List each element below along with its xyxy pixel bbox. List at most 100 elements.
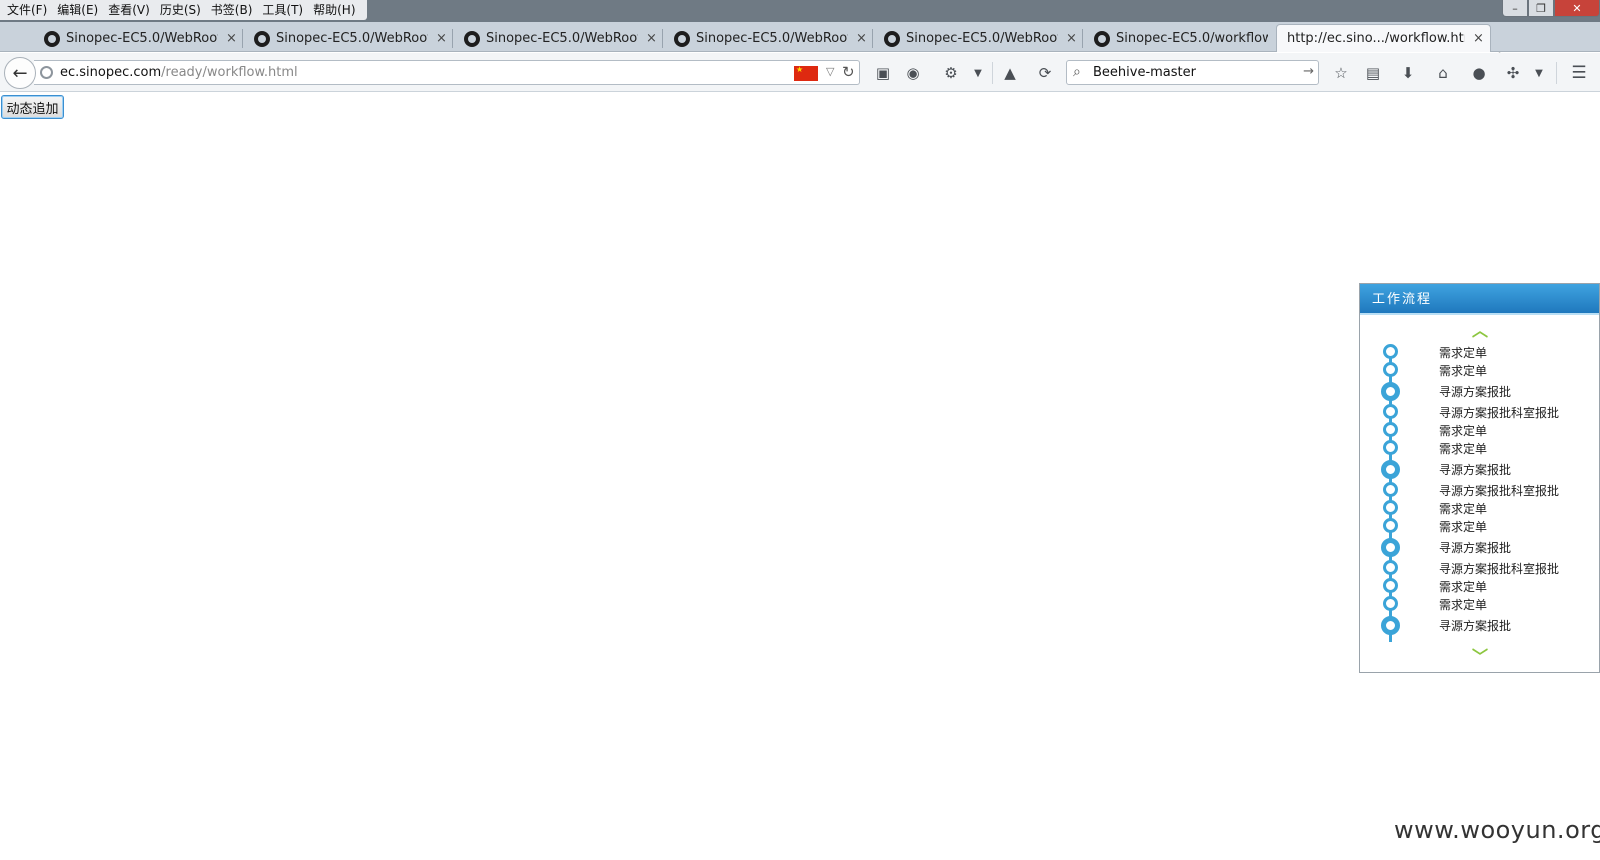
workflow-step[interactable]: 需求定单 <box>1360 498 1600 516</box>
step-label: 需求定单 <box>1439 598 1488 612</box>
menu-item[interactable]: 查看(V) <box>103 0 155 20</box>
workflow-step[interactable]: 需求定单 <box>1360 342 1600 360</box>
workflow-step[interactable]: 需求定单 <box>1360 438 1600 456</box>
browser-tab[interactable]: Sinopec-EC5.0/WebRoot... × <box>440 25 663 52</box>
browser-tab[interactable]: Sinopec-EC5.0/WebRoot... × <box>230 25 453 52</box>
workflow-step[interactable]: 寻源方案报批 <box>1360 615 1600 635</box>
url-host: ec.sinopec.com <box>60 65 162 80</box>
toolbar-divider <box>992 62 993 84</box>
workflow-step[interactable]: 需求定单 <box>1360 594 1600 612</box>
addon-a-icon[interactable]: ▲ <box>999 62 1021 84</box>
workflow-step[interactable]: 寻源方案报批科室报批 <box>1360 402 1600 420</box>
url-path: /ready/workflow.html <box>161 65 298 80</box>
browser-tab[interactable]: http://ec.sino.../workflow.html × <box>1276 24 1491 52</box>
workflow-step[interactable]: 寻源方案报批 <box>1360 537 1600 557</box>
image-tool-icon[interactable]: ▣ <box>872 62 894 84</box>
chat-icon[interactable]: ● <box>1468 62 1490 84</box>
toolbar-divider <box>1556 62 1557 84</box>
step-label: 需求定单 <box>1439 520 1488 534</box>
workflow-step[interactable]: 需求定单 <box>1360 576 1600 594</box>
step-node-icon <box>1381 382 1400 401</box>
tab-close-icon[interactable]: × <box>1473 31 1484 46</box>
menu-bar: 文件(F) 编辑(E) 查看(V) 历史(S) 书签(B) 工具(T) 帮助(H) <box>0 0 367 20</box>
tab-title: http://ec.sino.../workflow.html <box>1287 31 1465 46</box>
search-bar[interactable]: ⌕ Beehive-master → <box>1066 60 1319 85</box>
github-icon <box>884 30 900 47</box>
addon-dropdown-icon[interactable]: ▼ <box>1528 62 1550 84</box>
globe-menu-icon[interactable]: ◉ <box>902 62 924 84</box>
tab-title: Sinopec-EC5.0/workflow... <box>1116 31 1268 46</box>
browser-tab[interactable]: Sinopec-EC5.0/WebRoot... × <box>20 25 243 52</box>
dynamic-add-button[interactable]: 动态追加 <box>1 95 64 119</box>
menu-item[interactable]: 历史(S) <box>155 0 206 20</box>
home-icon[interactable]: ⌂ <box>1432 62 1454 84</box>
restore-button[interactable]: ❐ <box>1528 0 1554 17</box>
reload-icon[interactable]: ↻ <box>842 63 855 81</box>
step-label: 寻源方案报批科室报批 <box>1439 484 1560 498</box>
sync-icon[interactable]: ⟳ <box>1034 62 1056 84</box>
tab-title: Sinopec-EC5.0/WebRoot... <box>486 31 638 46</box>
menu-item[interactable]: 工具(T) <box>257 0 308 20</box>
tab-strip: + Sinopec-EC5.0/WebRoot...×Sinopec-EC5.0… <box>0 22 1600 69</box>
china-flag-icon[interactable] <box>794 65 818 81</box>
menu-item[interactable]: 帮助(H) <box>308 0 360 20</box>
minimize-button[interactable]: – <box>1502 0 1528 17</box>
back-arrow-icon: ← <box>12 62 28 84</box>
tab-title: Sinopec-EC5.0/WebRoot... <box>66 31 218 46</box>
step-node-icon <box>1383 422 1398 437</box>
workflow-step[interactable]: 寻源方案报批科室报批 <box>1360 558 1600 576</box>
url-bar[interactable]: ec.sinopec.com/ready/workflow.html ▽ ↻ <box>34 60 860 85</box>
gear-icon[interactable]: ⚙ <box>940 62 962 84</box>
hamburger-menu-icon[interactable]: ☰ <box>1568 62 1590 84</box>
step-node-icon <box>1383 440 1398 455</box>
scroll-up-arrow-icon[interactable]: ︿ <box>1468 321 1492 340</box>
step-label: 寻源方案报批 <box>1439 463 1512 477</box>
step-node-icon <box>1381 616 1400 635</box>
addon-tool-icon[interactable]: ✣ <box>1502 62 1524 84</box>
step-node-icon <box>1383 560 1398 575</box>
workflow-step[interactable]: 需求定单 <box>1360 516 1600 534</box>
step-node-icon <box>1381 538 1400 557</box>
step-node-icon <box>1383 500 1398 515</box>
step-label: 寻源方案报批科室报批 <box>1439 562 1560 576</box>
close-window-button[interactable]: ✕ <box>1554 0 1600 17</box>
tab-title: Sinopec-EC5.0/WebRoot... <box>696 31 848 46</box>
url-history-dropdown-icon[interactable]: ▽ <box>826 65 834 78</box>
search-input[interactable]: Beehive-master <box>1093 65 1196 80</box>
workflow-step[interactable]: 寻源方案报批科室报批 <box>1360 480 1600 498</box>
browser-tab[interactable]: Sinopec-EC5.0/workflow...× <box>1070 25 1293 52</box>
menu-item[interactable]: 书签(B) <box>206 0 258 20</box>
scroll-down-arrow-icon[interactable]: ﹀ <box>1468 647 1492 666</box>
step-node-icon <box>1383 578 1398 593</box>
menu-item[interactable]: 文件(F) <box>2 0 52 20</box>
menu-item[interactable]: 编辑(E) <box>52 0 103 20</box>
step-node-icon <box>1381 460 1400 479</box>
step-label: 需求定单 <box>1439 364 1488 378</box>
step-node-icon <box>1383 344 1398 359</box>
github-icon <box>674 30 690 47</box>
url-text[interactable]: ec.sinopec.com/ready/workflow.html <box>60 65 298 80</box>
github-icon <box>1094 30 1110 47</box>
workflow-title: 工作流程 <box>1360 284 1599 315</box>
step-label: 寻源方案报批 <box>1439 541 1512 555</box>
workflow-step[interactable]: 寻源方案报批 <box>1360 459 1600 479</box>
chevron-down-icon[interactable]: ▼ <box>967 62 989 84</box>
workflow-step[interactable]: 需求定单 <box>1360 420 1600 438</box>
browser-tab[interactable]: Sinopec-EC5.0/WebRoot... × <box>650 25 873 52</box>
workflow-step[interactable]: 需求定单 <box>1360 360 1600 378</box>
step-label: 需求定单 <box>1439 424 1488 438</box>
back-button[interactable]: ← <box>4 57 36 89</box>
step-node-icon <box>1383 404 1398 419</box>
step-label: 寻源方案报批 <box>1439 385 1512 399</box>
site-identity-icon[interactable] <box>40 66 53 79</box>
download-icon[interactable]: ⬇ <box>1397 62 1419 84</box>
window-controls: – ❐ ✕ <box>1502 0 1600 17</box>
step-node-icon <box>1383 482 1398 497</box>
workflow-step[interactable]: 寻源方案报批 <box>1360 381 1600 401</box>
bookmarks-list-icon[interactable]: ▤ <box>1362 62 1384 84</box>
browser-tab[interactable]: Sinopec-EC5.0/WebRoot... × <box>860 25 1083 52</box>
step-label: 需求定单 <box>1439 580 1488 594</box>
github-icon <box>254 30 270 47</box>
search-go-icon[interactable]: → <box>1303 64 1314 79</box>
bookmark-star-icon[interactable]: ☆ <box>1330 62 1352 84</box>
